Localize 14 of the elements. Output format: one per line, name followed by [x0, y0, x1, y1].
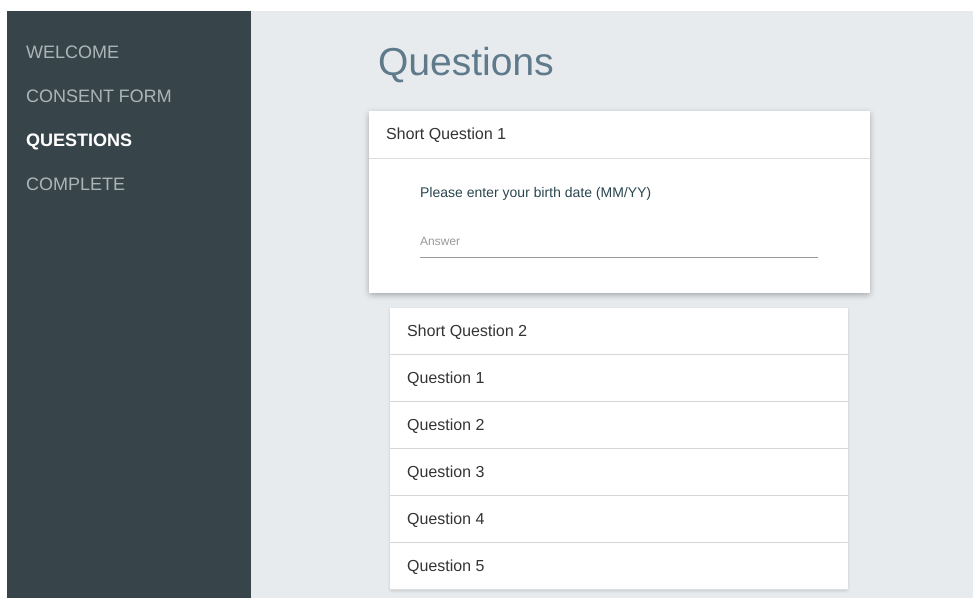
sidebar-item[interactable]: WELCOME: [7, 41, 251, 64]
sidebar-item[interactable]: CONSENT FORM: [7, 85, 251, 108]
answer-field[interactable]: Answer: [420, 230, 818, 258]
page-title: Questions: [378, 40, 555, 86]
sidebar-item[interactable]: QUESTIONS: [7, 129, 251, 152]
question-header[interactable]: Short Question 1: [369, 111, 870, 159]
question-item[interactable]: Question 4: [390, 496, 848, 543]
question-item[interactable]: Short Question 2: [390, 308, 848, 355]
question-item[interactable]: Question 2: [390, 402, 848, 449]
question-item[interactable]: Question 3: [390, 449, 848, 496]
question-item[interactable]: Question 5: [390, 543, 848, 590]
question-item[interactable]: Question 1: [390, 355, 848, 402]
sidebar-item[interactable]: COMPLETE: [7, 173, 251, 196]
question-prompt: Please enter your birth date (MM/YY): [420, 184, 652, 200]
